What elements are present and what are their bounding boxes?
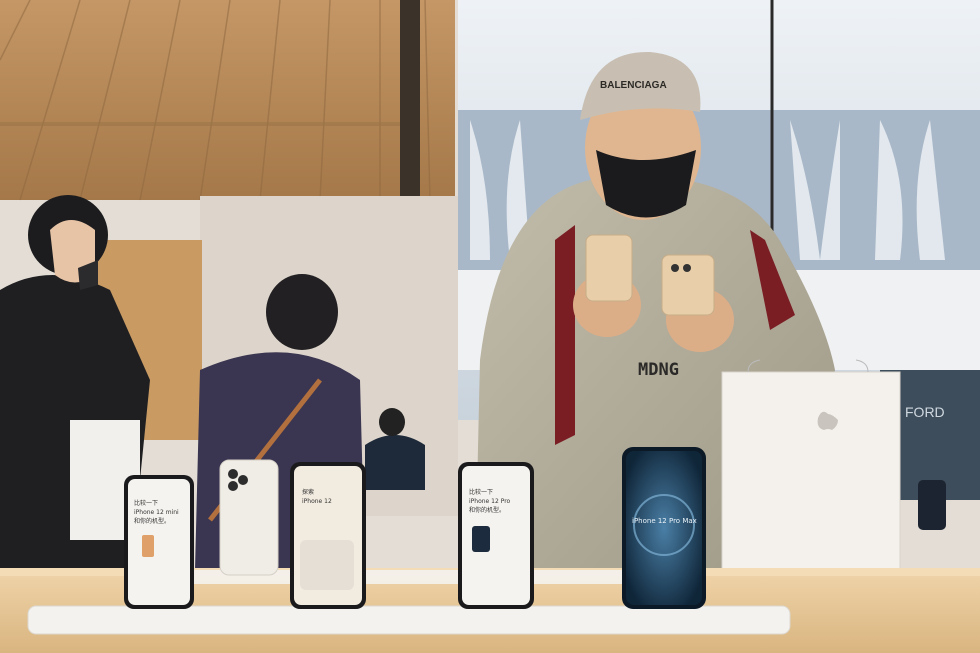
display-phone-4: iPhone 12 Pro Max [622,447,706,609]
ceiling-edge [400,0,420,200]
shopping-bag [721,359,901,588]
phone-1-line1: 比较一下 [134,499,158,507]
display-phone-back [219,459,279,576]
display-phone-right [918,480,946,530]
cap-text: BALENCIAGA [600,80,667,91]
store-photo: FORD BALENCIAGA MDNG 比较一下 iPhone 12 mini… [0,0,980,653]
photo-illustration: FORD BALENCIAGA MDNG 比较一下 iPhone 12 mini… [0,0,980,653]
display-phone-1: 比较一下 iPhone 12 mini 和你的机型。 [124,475,194,609]
phone-2-line1: 探索 [302,488,314,496]
wooden-ceiling [0,0,455,201]
phone-1-line3: 和你的机型。 [134,517,170,525]
display-phone-2: 探索 iPhone 12 [290,462,366,609]
sign-text: FORD [905,404,945,420]
phone-3-line1: 比较一下 [469,488,493,496]
hoodie-text: MDNG [638,360,679,380]
phone-3-line2: iPhone 12 Pro [469,498,511,505]
display-phone-3: 比较一下 iPhone 12 Pro 和你的机型。 [458,462,534,609]
phone-3-line3: 和你的机型。 [469,506,505,514]
phone-4-label: iPhone 12 Pro Max [632,517,697,525]
phone-1-line2: iPhone 12 mini [134,509,179,516]
phone-2-line2: iPhone 12 [302,498,332,505]
